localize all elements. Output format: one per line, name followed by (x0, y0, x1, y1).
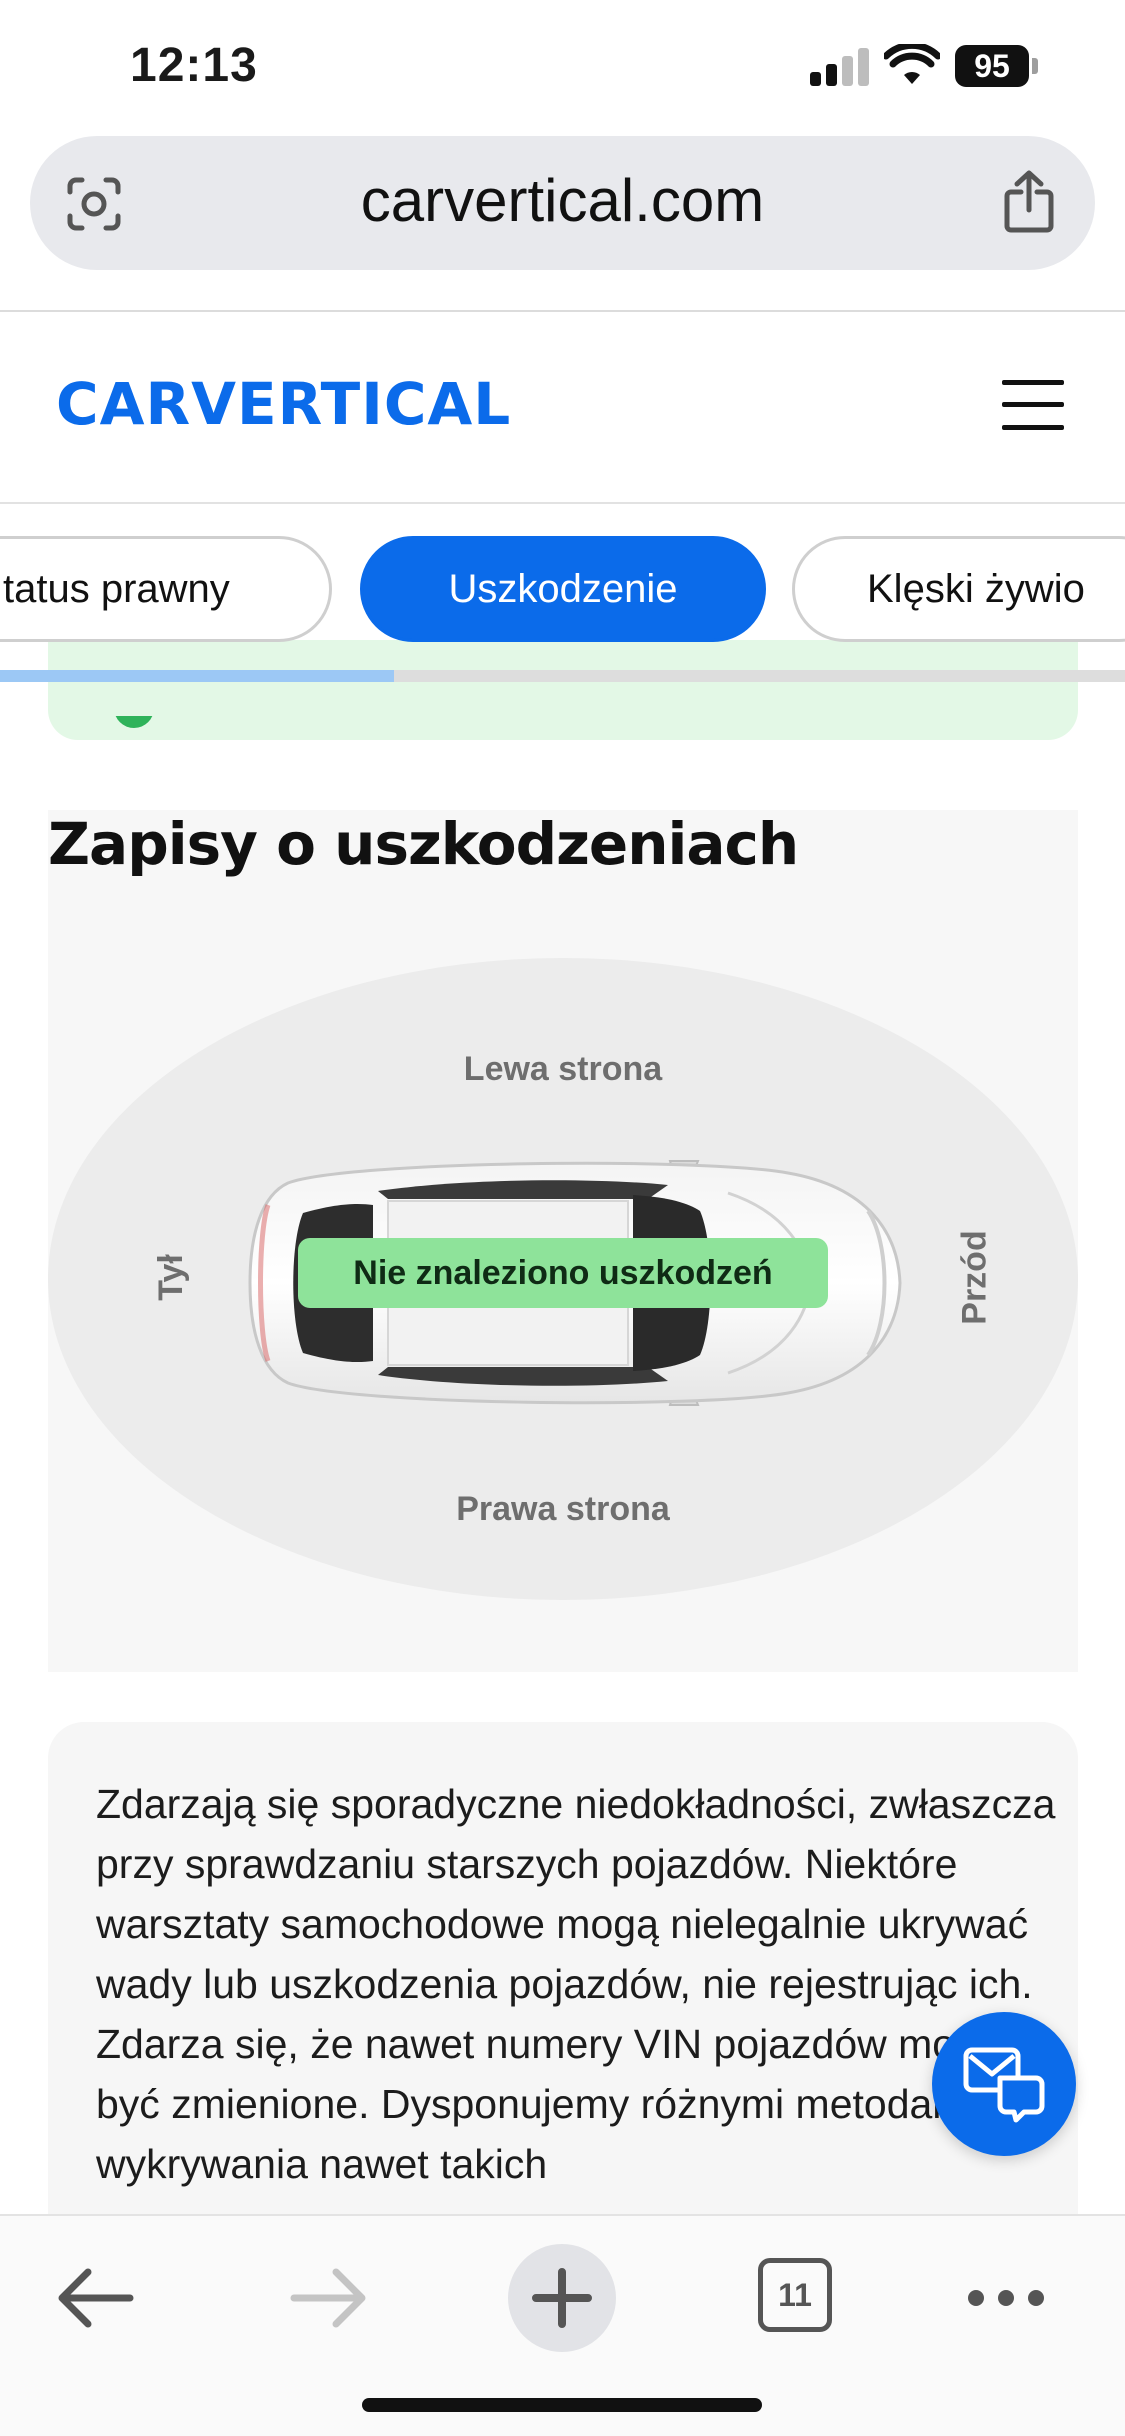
new-tab-button[interactable] (508, 2244, 616, 2352)
previous-section-card (48, 640, 1078, 740)
ellipsis-icon[interactable] (966, 2286, 1046, 2310)
chat-icon (963, 2047, 1045, 2123)
tabs-scroll-indicator-fill (0, 670, 394, 682)
hamburger-icon[interactable] (1002, 380, 1064, 430)
status-time: 12:13 (130, 39, 258, 92)
wifi-icon (884, 44, 940, 84)
section-tabs: tatus prawny Uszkodzenie Klęski żywio (0, 530, 1125, 646)
tab-label: tatus prawny (3, 567, 230, 611)
check-icon (114, 716, 154, 728)
tab-damage[interactable]: Uszkodzenie (360, 536, 766, 642)
info-paragraph: Zdarzają się sporadyczne niedokładności,… (96, 1781, 1056, 2187)
site-logo[interactable]: CARVERTICAL (56, 370, 511, 438)
chat-button[interactable] (932, 2012, 1076, 2156)
damage-records-card: Zapisy o uszkodzeniach Lewa strona Prawa… (48, 810, 1078, 1672)
cellular-signal-icon (810, 48, 870, 86)
status-bar: 12:13 95 (0, 0, 1125, 130)
tabs-count-button[interactable]: 11 (758, 2258, 832, 2332)
left-side-label: Lewa strona (463, 1050, 663, 1088)
share-icon[interactable] (1001, 170, 1057, 234)
tabs-scroll-indicator (0, 670, 1125, 682)
no-damage-badge: Nie znaleziono uszkodzeń (298, 1238, 828, 1308)
plus-icon (532, 2268, 592, 2328)
car-diagram: Lewa strona Prawa strona Tył Przód Nie z… (48, 958, 1078, 1600)
battery-icon: 95 (955, 45, 1039, 87)
rear-label: Tył (151, 1254, 190, 1301)
battery-level: 95 (955, 45, 1029, 87)
front-label: Przód (955, 1230, 994, 1325)
section-title: Zapisy o uszkodzeniach (48, 810, 799, 878)
home-indicator (362, 2398, 762, 2412)
right-side-label: Prawa strona (456, 1490, 670, 1528)
url-text[interactable]: carvertical.com (30, 166, 1095, 235)
tab-legal-status[interactable]: tatus prawny (0, 536, 332, 642)
divider (0, 502, 1125, 504)
forward-arrow-icon[interactable] (290, 2266, 368, 2330)
browser-toolbar: 11 (0, 2214, 1125, 2436)
divider (0, 310, 1125, 312)
tab-natural-disasters[interactable]: Klęski żywio (792, 536, 1125, 642)
tab-label: Uszkodzenie (448, 567, 678, 611)
address-bar[interactable]: carvertical.com (30, 136, 1095, 270)
page: 12:13 95 carvertical.com CARVERTICAL tat… (0, 0, 1125, 2436)
back-arrow-icon[interactable] (56, 2266, 134, 2330)
tab-label: Klęski żywio (867, 567, 1085, 611)
